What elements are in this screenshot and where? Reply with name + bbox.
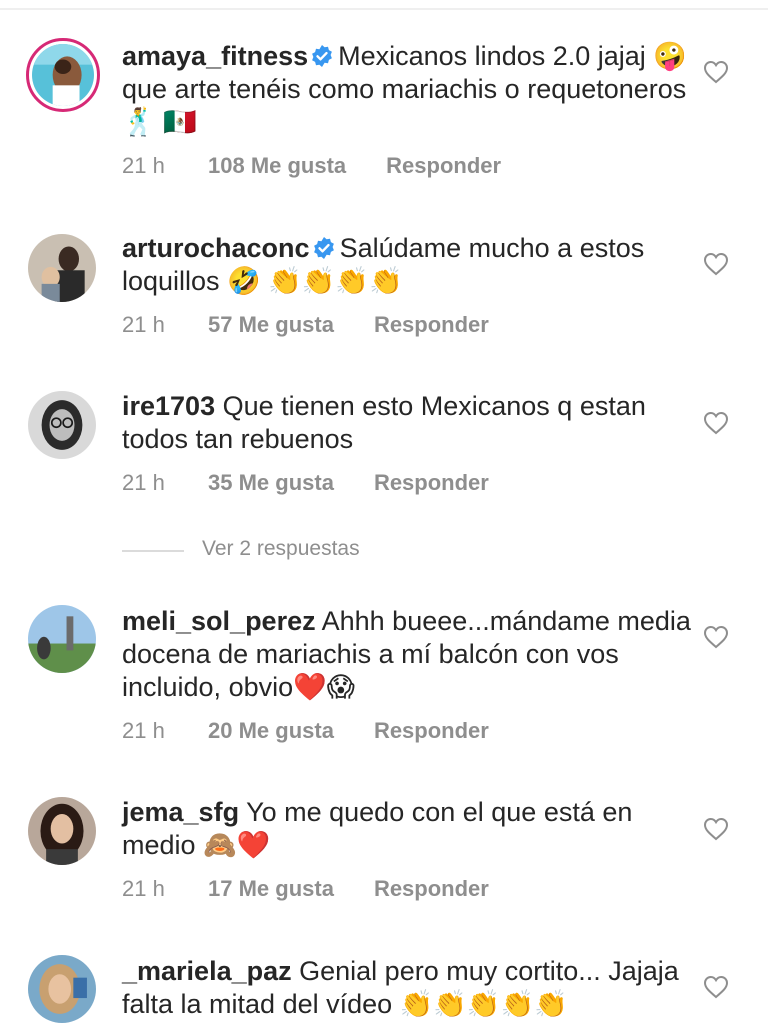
- avatar[interactable]: [28, 797, 96, 865]
- avatar-beach-photo: [32, 44, 94, 106]
- replies-divider: [122, 550, 184, 552]
- avatar-woman-dark-hair: [28, 797, 96, 865]
- heart-outline-icon[interactable]: [703, 411, 729, 435]
- verified-badge-icon: [313, 237, 334, 259]
- avatar-woman-glasses-bw: [28, 391, 96, 459]
- comment-meta: 21 h 17 Me gusta Responder: [122, 876, 489, 902]
- comment-text-block: meli_sol_perez Ahhh bueee...mándame medi…: [122, 605, 692, 704]
- comment-username[interactable]: jema_sfg: [122, 797, 239, 827]
- reply-button[interactable]: Responder: [374, 718, 489, 744]
- comment-username[interactable]: amaya_fitness: [122, 41, 308, 71]
- reply-button[interactable]: Responder: [374, 876, 489, 902]
- comment-meta: 21 h 20 Me gusta Responder: [122, 718, 489, 744]
- view-replies-label: Ver 2 respuestas: [202, 537, 360, 560]
- comment-username[interactable]: meli_sol_perez: [122, 606, 316, 636]
- heart-outline-icon[interactable]: [703, 975, 729, 999]
- heart-outline-icon[interactable]: [703, 60, 729, 84]
- avatar[interactable]: [26, 38, 100, 112]
- reply-button[interactable]: Responder: [374, 470, 489, 496]
- reply-button[interactable]: Responder: [374, 312, 489, 338]
- heart-outline-icon[interactable]: [703, 625, 729, 649]
- comment-text-block: _mariela_paz Genial pero muy cortito... …: [122, 955, 692, 1021]
- likes-count[interactable]: 57 Me gusta: [208, 312, 334, 338]
- avatar[interactable]: [28, 234, 96, 302]
- heart-outline-icon[interactable]: [703, 817, 729, 841]
- comment-username[interactable]: arturochaconc: [122, 233, 310, 263]
- comment-time: 21 h: [122, 718, 165, 743]
- comment-meta: 21 h 108 Me gusta Responder: [122, 153, 501, 179]
- avatar[interactable]: [28, 605, 96, 673]
- comment-meta: 21 h 35 Me gusta Responder: [122, 470, 489, 496]
- comment-username[interactable]: ire1703: [122, 391, 215, 421]
- reply-button[interactable]: Responder: [386, 153, 501, 179]
- avatar-park-outdoor: [28, 605, 96, 673]
- comment-text-block: amaya_fitness Mexicanos lindos 2.0 jajaj …: [122, 40, 692, 139]
- likes-count[interactable]: 17 Me gusta: [208, 876, 334, 902]
- comment-meta: 21 h 57 Me gusta Responder: [122, 312, 489, 338]
- avatar-woman-blonde: [28, 955, 96, 1023]
- comment-text-block: jema_sfg Yo me quedo con el que está en …: [122, 796, 692, 862]
- top-divider: [0, 8, 768, 10]
- comment-text-block: arturochaconc Salúdame mucho a estos loqu…: [122, 232, 692, 298]
- comment-time: 21 h: [122, 470, 165, 495]
- comment-username[interactable]: _mariela_paz: [122, 956, 292, 986]
- likes-count[interactable]: 108 Me gusta: [208, 153, 346, 179]
- comment-text-block: ire1703 Que tienen esto Mexicanos q esta…: [122, 390, 692, 456]
- avatar[interactable]: [28, 955, 96, 1023]
- avatar-man-with-child: [28, 234, 96, 302]
- avatar[interactable]: [28, 391, 96, 459]
- comment-time: 21 h: [122, 876, 165, 901]
- heart-outline-icon[interactable]: [703, 252, 729, 276]
- likes-count[interactable]: 35 Me gusta: [208, 470, 334, 496]
- likes-count[interactable]: 20 Me gusta: [208, 718, 334, 744]
- comment-time: 21 h: [122, 312, 165, 337]
- verified-badge-icon: [312, 45, 333, 67]
- comment-time: 21 h: [122, 153, 165, 178]
